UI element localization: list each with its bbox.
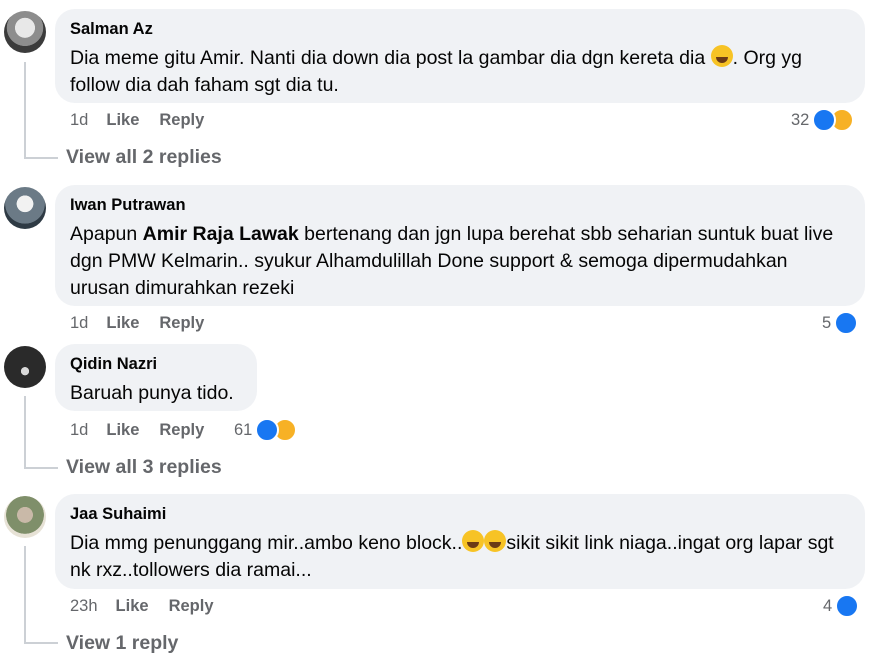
reaction-count: 5 <box>822 313 832 332</box>
comment-bubble: Iwan Putrawan Apapun Amir Raja Lawak ber… <box>55 185 865 306</box>
comment-time[interactable]: 23h <box>70 597 98 616</box>
comment-bubble: Qidin Nazri Baruah punya tido. <box>55 344 257 411</box>
comment-author[interactable]: Salman Az <box>70 19 849 40</box>
comment-time[interactable]: 1d <box>70 111 88 130</box>
comment-text: Dia mmg penunggang mir..ambo keno block.… <box>70 530 834 581</box>
reply-button[interactable]: Reply <box>169 597 214 616</box>
reaction-summary[interactable]: 61 <box>234 418 298 442</box>
like-button[interactable]: Like <box>106 111 139 130</box>
comment-bubble: Jaa Suhaimi Dia mmg penunggang mir..ambo… <box>55 494 865 589</box>
reaction-count: 32 <box>791 110 810 129</box>
view-replies-link[interactable]: View 1 reply <box>66 632 178 655</box>
reaction-summary[interactable]: 32 <box>791 108 855 132</box>
comment-author[interactable]: Qidin Nazri <box>70 354 241 375</box>
thread-line <box>24 467 58 469</box>
comment-text: Baruah punya tido. <box>70 382 234 404</box>
avatar[interactable] <box>4 496 46 538</box>
comment-actions: 1d Like Reply <box>70 421 224 440</box>
like-button[interactable]: Like <box>106 314 139 333</box>
laughing-emoji-icon <box>484 530 507 552</box>
comment-author[interactable]: Jaa Suhaimi <box>70 504 849 525</box>
view-replies-link[interactable]: View all 2 replies <box>66 146 222 169</box>
mention-link[interactable]: Amir Raja Lawak <box>143 223 299 245</box>
reply-button[interactable]: Reply <box>159 111 204 130</box>
reaction-count: 4 <box>823 596 833 615</box>
laughing-emoji-icon <box>710 45 733 67</box>
comment-time[interactable]: 1d <box>70 314 88 333</box>
comment-text: Apapun Amir Raja Lawak bertenang dan jgn… <box>70 223 834 299</box>
comment-time[interactable]: 1d <box>70 421 88 440</box>
reaction-count: 61 <box>234 420 253 439</box>
comment-actions: 1d Like Reply <box>70 111 224 130</box>
comment-bubble: Salman Az Dia meme gitu Amir. Nanti dia … <box>55 9 865 103</box>
thread-line <box>24 546 26 643</box>
thread-line <box>24 62 26 158</box>
thread-line <box>24 157 58 159</box>
thread-line <box>24 396 26 468</box>
comment-actions: 1d Like Reply <box>70 314 224 333</box>
avatar[interactable] <box>4 11 46 53</box>
reply-button[interactable]: Reply <box>159 421 204 440</box>
reaction-summary[interactable]: 5 <box>822 311 859 335</box>
like-button[interactable]: Like <box>106 421 139 440</box>
reply-button[interactable]: Reply <box>159 314 204 333</box>
like-reaction-icon <box>834 311 859 335</box>
avatar[interactable] <box>4 346 46 388</box>
reaction-summary[interactable]: 4 <box>823 594 860 618</box>
comment-author[interactable]: Iwan Putrawan <box>70 195 849 216</box>
like-button[interactable]: Like <box>116 597 149 616</box>
comment-text: Dia meme gitu Amir. Nanti dia down dia p… <box>70 45 802 96</box>
view-replies-link[interactable]: View all 3 replies <box>66 456 222 479</box>
laughing-emoji-icon <box>462 530 485 552</box>
comment-actions: 23h Like Reply <box>70 597 234 616</box>
like-reaction-icon <box>835 594 860 618</box>
avatar[interactable] <box>4 187 46 229</box>
thread-line <box>24 642 58 644</box>
